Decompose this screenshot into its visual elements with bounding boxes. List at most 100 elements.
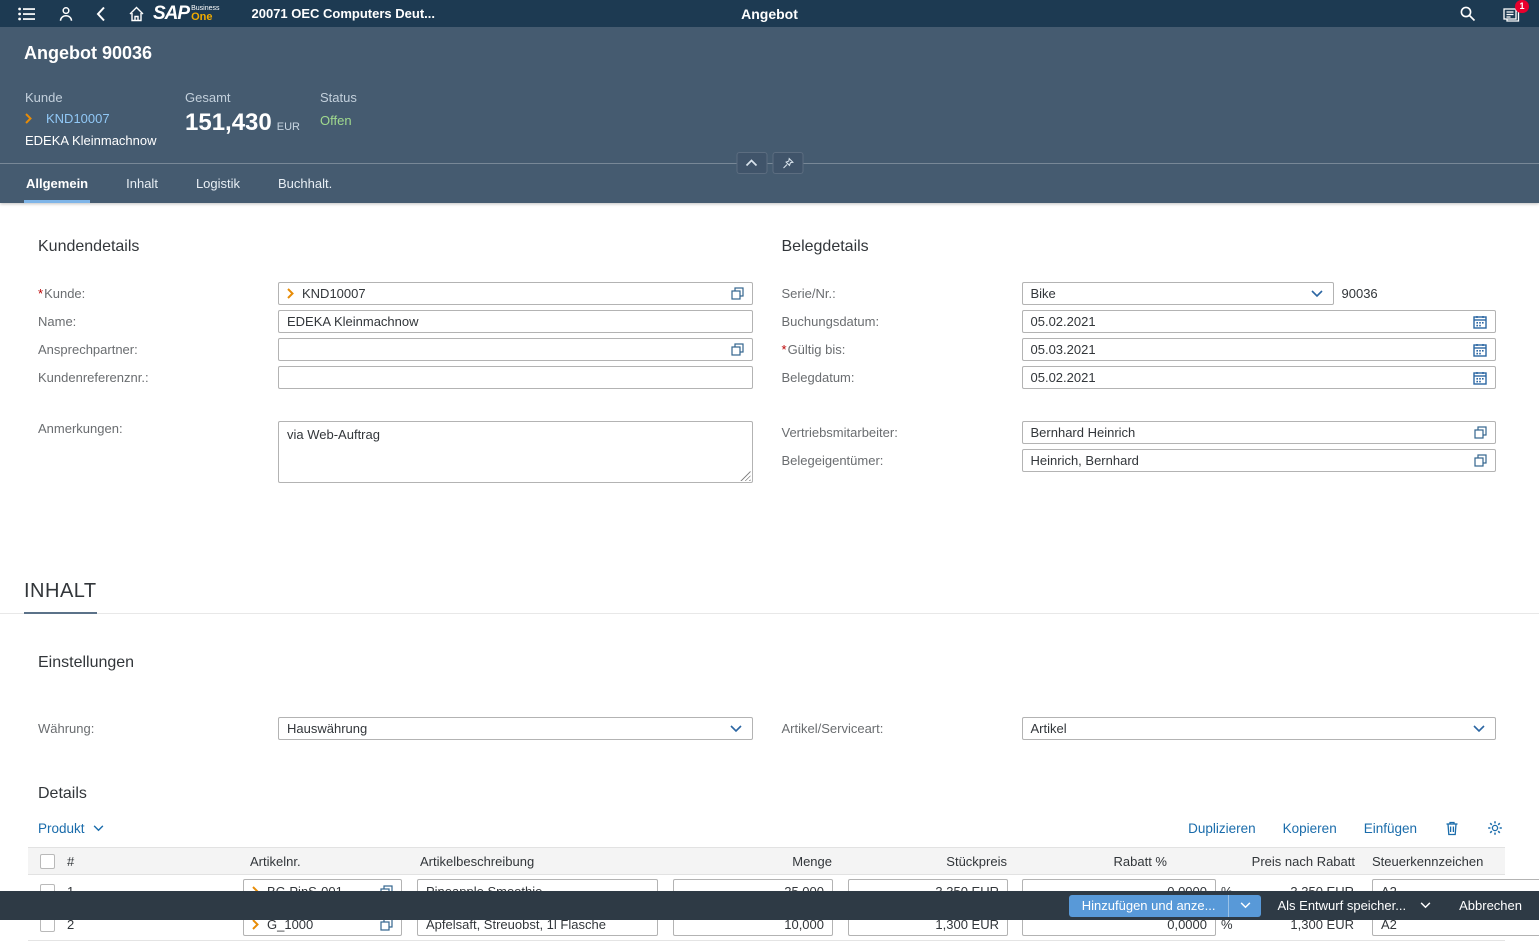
kunde-input[interactable]: [302, 286, 723, 301]
serie-select[interactable]: Bike: [1022, 282, 1334, 305]
add-and-view-button[interactable]: Hinzufügen und anze...: [1069, 895, 1229, 917]
kundendetails-section: Kundendetails Kunde:: [38, 203, 753, 488]
gueltig-bis-field-row: Gültig bis:: [782, 338, 1497, 361]
kpi-kunde: Kunde KND10007 EDEKA Kleinmachnow: [25, 90, 185, 148]
artikelart-label: Artikel/Serviceart:: [782, 721, 1022, 736]
artikelnr-nav-chevron-icon[interactable]: [252, 919, 259, 930]
inhalt-anchor-bar: INHALT: [0, 580, 1539, 614]
anmerkungen-textarea[interactable]: via Web-Auftrag: [278, 421, 753, 483]
sap-logo-text: SAP: [153, 4, 189, 23]
kunde-value-help-icon[interactable]: [731, 287, 744, 300]
shell-right-group: 1: [1459, 5, 1521, 22]
ansprechpartner-input[interactable]: [287, 342, 723, 357]
kundendetails-title: Kundendetails: [38, 238, 753, 256]
belegdatum-calendar-icon[interactable]: [1473, 371, 1487, 385]
belegeigentuemer-value-help-icon[interactable]: [1474, 454, 1487, 467]
details-toolbar: Produkt Duplizieren Kopieren Einfügen: [0, 803, 1539, 847]
main-content: Kundendetails Kunde:: [0, 203, 1539, 941]
artikelart-select-value: Artikel: [1031, 721, 1474, 736]
produkt-label: Produkt: [38, 821, 85, 836]
vertriebsmitarbeiter-input[interactable]: [1031, 425, 1467, 440]
inhalt-section-title[interactable]: INHALT: [24, 580, 97, 614]
add-and-view-split-button: Hinzufügen und anze...: [1069, 895, 1262, 917]
artikelart-select[interactable]: Artikel: [1022, 717, 1497, 740]
gesamt-currency: EUR: [277, 121, 300, 133]
waehrung-label: Währung:: [38, 721, 278, 736]
footer-action-bar: Hinzufügen und anze... Als Entwurf speic…: [0, 891, 1539, 920]
gueltig-bis-calendar-icon[interactable]: [1473, 343, 1487, 357]
gesamt-value: 151,430: [185, 109, 272, 137]
serie-select-value: Bike: [1031, 286, 1311, 301]
tab-allgemein[interactable]: Allgemein: [24, 176, 90, 203]
col-header-rabatt: Rabatt %: [1016, 854, 1196, 869]
serie-label: Serie/Nr.:: [782, 286, 1022, 301]
header-kpis: Kunde KND10007 EDEKA Kleinmachnow Gesamt…: [0, 62, 1539, 148]
gueltig-bis-label: Gültig bis:: [782, 342, 1022, 357]
belegeigentuemer-input[interactable]: [1031, 453, 1467, 468]
object-header: Angebot 90036 Kunde KND10007 EDEKA Klein…: [0, 27, 1539, 203]
buchungsdatum-label: Buchungsdatum:: [782, 314, 1022, 329]
ansprechpartner-value-help-icon[interactable]: [731, 343, 744, 356]
buchungsdatum-input[interactable]: [1031, 314, 1466, 329]
buchungsdatum-field-row: Buchungsdatum:: [782, 310, 1497, 333]
waehrung-select-value: Hauswährung: [287, 721, 730, 736]
sap-business-one-logo: SAP Business One: [153, 4, 219, 23]
home-icon[interactable]: [128, 6, 145, 22]
pin-header-button[interactable]: [772, 152, 803, 174]
gesamt-kpi-label: Gesamt: [185, 90, 320, 105]
settings-icon[interactable]: [1487, 820, 1503, 836]
logo-one-text: One: [191, 12, 219, 23]
notification-badge: 1: [1515, 0, 1529, 13]
menu-icon[interactable]: [18, 7, 36, 21]
serie-number-text: 90036: [1342, 286, 1378, 301]
shell-left-group: [18, 6, 145, 22]
buchungsdatum-calendar-icon[interactable]: [1473, 315, 1487, 329]
produkt-chevron-icon: [93, 825, 104, 832]
belegeigentuemer-field-row: Belegeigentümer:: [782, 449, 1497, 472]
cancel-button[interactable]: Abbrechen: [1453, 898, 1528, 913]
collapse-header-button[interactable]: [736, 152, 767, 174]
waehrung-select[interactable]: Hauswährung: [278, 717, 753, 740]
tab-buchhalt[interactable]: Buchhalt.: [276, 176, 334, 203]
col-header-steuerkennzeichen: Steuerkennzeichen: [1364, 854, 1505, 869]
col-header-menge: Menge: [667, 854, 842, 869]
belegdetails-section: Belegdetails Serie/Nr.: Bike 90036: [782, 203, 1497, 488]
add-and-view-dropdown-arrow[interactable]: [1228, 895, 1261, 917]
einfuegen-button[interactable]: Einfügen: [1364, 821, 1417, 836]
save-as-draft-button[interactable]: Als Entwurf speicher...: [1265, 898, 1443, 913]
shell-bar: SAP Business One 20071 OEC Computers Deu…: [0, 0, 1539, 27]
kundenreferenz-input[interactable]: [287, 370, 744, 385]
duplizieren-button[interactable]: Duplizieren: [1188, 821, 1256, 836]
name-input[interactable]: [287, 314, 744, 329]
tab-inhalt[interactable]: Inhalt: [124, 176, 160, 203]
tab-logistik[interactable]: Logistik: [194, 176, 242, 203]
select-all-checkbox[interactable]: [40, 854, 55, 869]
page-title: Angebot 90036: [0, 27, 1539, 62]
produkt-dropdown[interactable]: Produkt: [38, 821, 104, 836]
kundenreferenz-field-row: Kundenreferenznr.:: [38, 366, 753, 389]
kundenreferenz-label: Kundenreferenznr.:: [38, 370, 278, 385]
col-header-stueckpreis: Stückpreis: [842, 854, 1016, 869]
name-field-row: Name:: [38, 310, 753, 333]
kunde-input-nav-chevron-icon[interactable]: [287, 288, 294, 299]
company-selector[interactable]: 20071 OEC Computers Deut...: [251, 6, 435, 21]
allgemein-form: Kundendetails Kunde:: [0, 203, 1539, 488]
waehrung-dropdown-chevron-icon: [730, 725, 742, 733]
einstellungen-title: Einstellungen: [38, 654, 1539, 672]
status-badge: Offen: [320, 113, 357, 128]
gueltig-bis-input[interactable]: [1031, 342, 1466, 357]
user-icon[interactable]: [58, 6, 74, 22]
save-as-draft-chevron-icon: [1420, 902, 1431, 909]
serie-dropdown-chevron-icon: [1311, 290, 1323, 298]
notifications-icon[interactable]: 1: [1502, 6, 1521, 22]
kunde-label: Kunde:: [38, 286, 278, 301]
kopieren-button[interactable]: Kopieren: [1283, 821, 1337, 836]
back-icon[interactable]: [96, 6, 106, 22]
belegdatum-input[interactable]: [1031, 370, 1466, 385]
details-title: Details: [38, 785, 1539, 803]
kunde-id-link[interactable]: KND10007: [46, 111, 110, 126]
delete-icon[interactable]: [1444, 820, 1460, 836]
search-icon[interactable]: [1459, 5, 1476, 22]
shell-page-title: Angebot: [741, 0, 798, 27]
vertriebsmitarbeiter-value-help-icon[interactable]: [1474, 426, 1487, 439]
